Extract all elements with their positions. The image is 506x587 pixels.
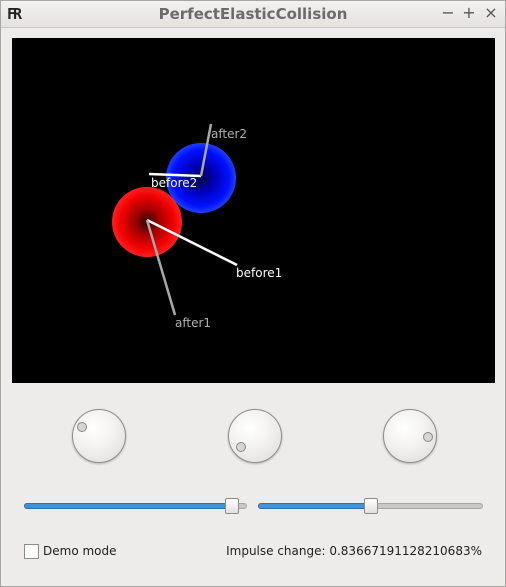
slider-2-fill	[258, 503, 373, 509]
label-before2: before2	[151, 176, 197, 190]
window-title: PerfectElasticCollision	[158, 5, 348, 23]
slider-1-fill	[24, 503, 234, 509]
demo-mode-label: Demo mode	[43, 544, 117, 558]
impulse-change-readout: Impulse change: 0.83667191128210683%	[226, 544, 482, 558]
close-icon[interactable]: ×	[482, 4, 500, 22]
slider-1[interactable]	[24, 496, 247, 516]
slider-2[interactable]	[258, 496, 483, 516]
label-after1: after1	[175, 316, 211, 330]
maximize-icon[interactable]: +	[460, 4, 478, 22]
collision-scene: after2 before2 before1 after1	[112, 123, 282, 330]
title-bar: FR PerfectElasticCollision − + ×	[1, 1, 505, 28]
label-after2: after2	[211, 127, 247, 141]
dial-2-indicator	[236, 442, 246, 452]
dial-3[interactable]	[383, 409, 437, 463]
dial-1-indicator	[77, 422, 87, 432]
dial-2[interactable]	[228, 409, 282, 463]
minimize-icon[interactable]: −	[439, 4, 457, 22]
dial-3-indicator	[423, 432, 433, 442]
slider-1-handle[interactable]	[225, 498, 239, 514]
app-window: FR PerfectElasticCollision − + × after2 …	[0, 0, 506, 587]
simulation-canvas[interactable]: after2 before2 before1 after1	[12, 38, 495, 383]
slider-2-handle[interactable]	[364, 498, 378, 514]
dial-1[interactable]	[72, 409, 126, 463]
label-before1: before1	[236, 266, 282, 280]
demo-mode-checkbox[interactable]	[24, 544, 39, 559]
